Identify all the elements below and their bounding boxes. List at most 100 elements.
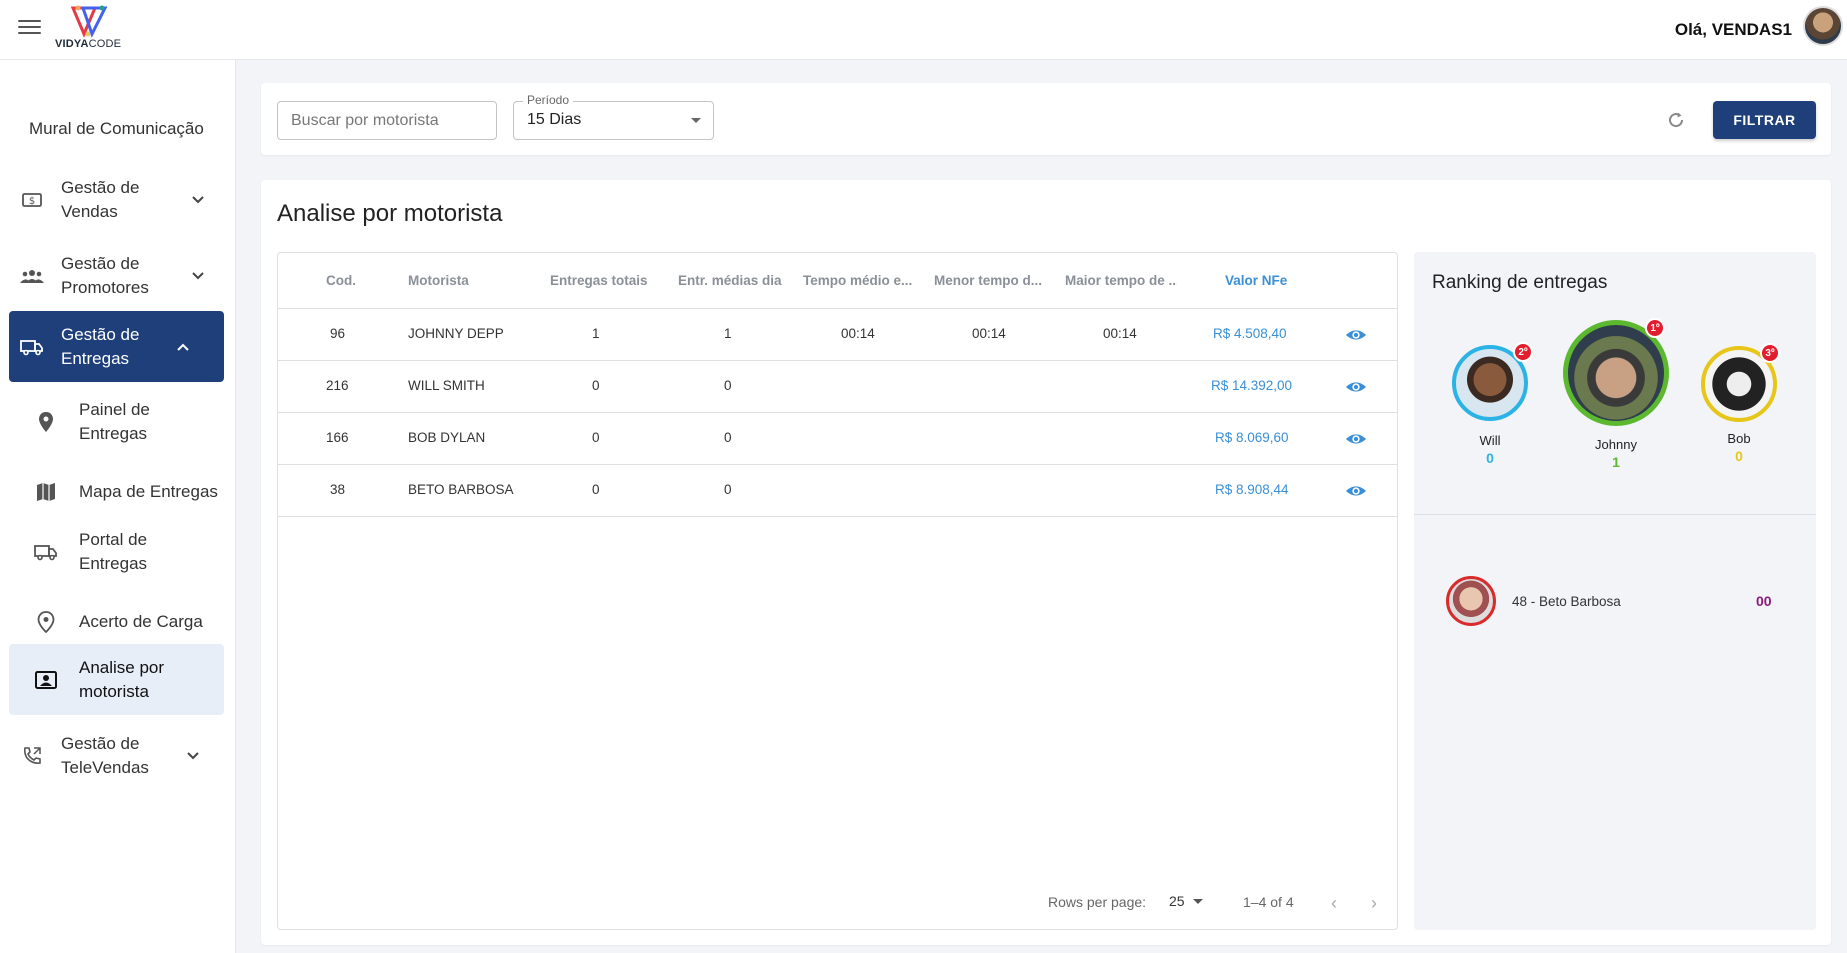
chevron-down-icon — [186, 264, 210, 288]
ranking-panel: Ranking de entregas 2º Will 0 1º Johnny … — [1414, 252, 1816, 930]
table-header: Cod. Motorista Entregas totais Entr. méd… — [278, 253, 1397, 309]
sidebar-item-label: Gestão de Entregas — [61, 324, 140, 368]
drivers-table: Cod. Motorista Entregas totais Entr. méd… — [277, 252, 1398, 930]
table-row[interactable]: 166 BOB DYLAN 0 0 R$ 8.069,60 — [278, 413, 1397, 465]
column-header-motorista[interactable]: Motorista — [408, 273, 469, 288]
cell-entr-medias: 0 — [724, 378, 732, 393]
sidebar-item-mural[interactable]: Mural de Comunicação — [29, 119, 204, 139]
location-icon — [33, 609, 59, 635]
column-header-entregas-totais[interactable]: Entregas totais — [550, 273, 648, 288]
sidebar-item-label: Portal de Entregas — [79, 530, 148, 573]
user-greeting: Olá, VENDAS1 — [1674, 20, 1792, 39]
pagination: Rows per page: 25 1–4 of 4 ‹ › — [278, 877, 1397, 929]
cell-entr-medias: 0 — [724, 482, 732, 497]
rank-badge: 3º — [1760, 343, 1780, 363]
sidebar-item-acerto-carga[interactable]: Acerto de Carga — [9, 602, 224, 642]
podium-name: Will — [1479, 433, 1501, 448]
dropdown-arrow-icon[interactable] — [1193, 899, 1203, 904]
eye-icon[interactable] — [1345, 480, 1367, 502]
cell-cod: 216 — [326, 378, 349, 393]
eye-icon[interactable] — [1345, 324, 1367, 346]
cell-cod: 96 — [330, 326, 346, 341]
eye-icon[interactable] — [1345, 376, 1367, 398]
cell-cod: 166 — [326, 430, 349, 445]
sidebar-item-label: Gestão de Vendas — [61, 178, 140, 221]
page-title: Analise por motorista — [277, 200, 503, 227]
chevron-down-icon — [186, 188, 210, 212]
podium-value: 0 — [1486, 450, 1494, 466]
sidebar-item-portal-entregas[interactable]: Portal de Entregas — [9, 526, 224, 578]
brand-name: VIDYACODE — [55, 38, 122, 50]
menu-icon[interactable] — [18, 16, 46, 44]
user-avatar[interactable] — [1803, 6, 1843, 46]
ranking-title: Ranking de entregas — [1432, 272, 1608, 293]
svg-text:$: $ — [29, 196, 35, 207]
chevron-down-icon — [181, 744, 205, 768]
filter-button[interactable]: FILTRAR — [1713, 101, 1816, 139]
cell-menor-tempo: 00:14 — [972, 326, 1006, 341]
chevron-right-icon[interactable]: › — [1362, 891, 1386, 915]
rows-per-page-label: Rows per page: — [1048, 894, 1147, 910]
dollar-icon: $ — [19, 187, 45, 213]
sidebar-item-entregas[interactable]: Gestão de Entregas — [9, 311, 224, 382]
cell-entregas-totais: 0 — [592, 430, 600, 445]
rows-per-page-select[interactable]: 25 — [1169, 893, 1185, 909]
search-input[interactable] — [277, 101, 497, 140]
eye-icon[interactable] — [1345, 428, 1367, 450]
sidebar-item-painel-entregas[interactable]: Painel de Entregas — [9, 396, 224, 448]
cell-motorista: BETO BARBOSA — [408, 482, 514, 497]
cell-valor-nfe: R$ 4.508,40 — [1213, 326, 1287, 341]
table-row[interactable]: 38 BETO BARBOSA 0 0 R$ 8.908,44 — [278, 465, 1397, 517]
sidebar-item-label: Gestão de TeleVendas — [61, 734, 149, 777]
period-label: Período — [523, 93, 574, 107]
cell-valor-nfe: R$ 14.392,00 — [1211, 378, 1293, 393]
column-header-menor-tempo[interactable]: Menor tempo d... — [934, 273, 1046, 288]
ranking-entry-label: 48 - Beto Barbosa — [1512, 594, 1621, 609]
sidebar-item-analise-motorista[interactable]: Analise por motorista — [9, 644, 224, 715]
top-bar: VIDYACODE Olá, VENDAS1 — [0, 0, 1847, 60]
sidebar-item-label: Acerto de Carga — [79, 612, 203, 631]
cell-maior-tempo: 00:14 — [1103, 326, 1137, 341]
column-header-cod[interactable]: Cod. — [326, 273, 356, 288]
refresh-icon[interactable] — [1664, 108, 1688, 132]
people-icon — [19, 263, 45, 289]
column-header-tempo-medio[interactable]: Tempo médio e... — [803, 273, 915, 288]
map-icon — [33, 479, 59, 505]
column-header-entr-medias[interactable]: Entr. médias dia — [678, 273, 782, 288]
chevron-up-icon — [171, 335, 195, 359]
filter-bar: Período 15 Dias FILTRAR — [261, 83, 1831, 155]
sidebar-item-televendas[interactable]: Gestão de TeleVendas — [9, 728, 224, 784]
sidebar: Mural de Comunicação $ Gestão de Vendas … — [0, 60, 236, 953]
ranking-entry-value: 00 — [1756, 593, 1772, 609]
cell-tempo-medio: 00:14 — [841, 326, 875, 341]
podium-name: Bob — [1727, 431, 1751, 446]
truck-icon — [19, 334, 45, 360]
avatar[interactable] — [1446, 576, 1496, 626]
table-row[interactable]: 96 JOHNNY DEPP 1 1 00:14 00:14 00:14 R$ … — [278, 309, 1397, 361]
chevron-left-icon[interactable]: ‹ — [1322, 891, 1346, 915]
sidebar-item-label: Analise por motorista — [79, 657, 165, 701]
column-header-valor-nfe[interactable]: Valor NFe — [1225, 273, 1287, 288]
rank-badge: 1º — [1645, 318, 1665, 338]
main-card: Analise por motorista Cod. Motorista Ent… — [261, 180, 1831, 945]
table-row[interactable]: 216 WILL SMITH 0 0 R$ 14.392,00 — [278, 361, 1397, 413]
badge-icon — [33, 667, 59, 693]
sidebar-item-label: Mapa de Entregas — [79, 482, 218, 501]
pagination-range: 1–4 of 4 — [1243, 894, 1294, 910]
cell-motorista: BOB DYLAN — [408, 430, 486, 445]
cell-valor-nfe: R$ 8.069,60 — [1215, 430, 1289, 445]
cell-entregas-totais: 0 — [592, 378, 600, 393]
sidebar-item-promotores[interactable]: Gestão de Promotores — [9, 248, 224, 304]
period-value: 15 Dias — [527, 111, 582, 128]
pin-icon — [33, 409, 59, 435]
sidebar-item-label: Painel de Entregas — [79, 400, 150, 443]
dropdown-arrow-icon — [691, 118, 701, 123]
sidebar-item-mapa-entregas[interactable]: Mapa de Entregas — [9, 472, 224, 512]
cell-cod: 38 — [330, 482, 346, 497]
column-header-maior-tempo[interactable]: Maior tempo de ... — [1065, 273, 1177, 288]
sidebar-item-vendas[interactable]: $ Gestão de Vendas — [9, 172, 224, 228]
cell-entr-medias: 0 — [724, 430, 732, 445]
podium-value: 1 — [1612, 454, 1620, 470]
sidebar-item-label: Gestão de Promotores — [61, 254, 149, 297]
period-select[interactable]: Período 15 Dias — [513, 93, 714, 140]
